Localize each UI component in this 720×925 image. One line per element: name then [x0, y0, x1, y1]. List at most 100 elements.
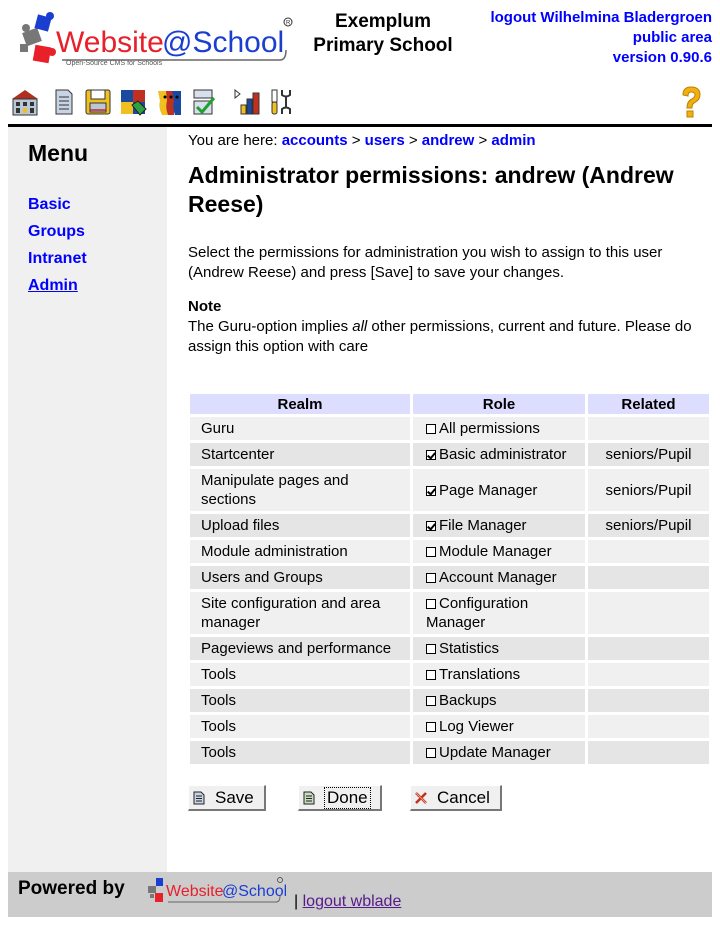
footer-links: | logout wblade [294, 893, 401, 911]
role-label[interactable]: Configuration Manager [426, 595, 528, 631]
permissions-table-body: Guru All permissions Startcenter Basic admi… [190, 417, 709, 764]
realm-cell: Guru [190, 417, 410, 440]
save-button[interactable]: Save [188, 785, 266, 811]
table-row: Users and Groups Account Manager [190, 566, 709, 589]
role-checkbox[interactable] [426, 450, 436, 460]
sidebar-item-groups[interactable]: Groups [28, 218, 167, 245]
related-cell [588, 741, 709, 764]
header-links: logout Wilhelmina Bladergroen public are… [490, 8, 712, 68]
role-label[interactable]: File Manager [439, 517, 527, 534]
floppy-icon[interactable] [83, 87, 113, 117]
table-row: Site configuration and area manager Confi… [190, 592, 709, 634]
realm-cell: Tools [190, 741, 410, 764]
realm-cell: Module administration [190, 540, 410, 563]
breadcrumb-admin[interactable]: admin [491, 132, 535, 149]
breadcrumb-accounts[interactable]: accounts [282, 132, 348, 149]
table-row: Tools Translations [190, 663, 709, 686]
users-icon[interactable] [154, 87, 184, 117]
footer-separator: | [294, 893, 303, 910]
role-cell: Account Manager [413, 566, 585, 589]
puzzle-icon[interactable] [118, 87, 148, 117]
role-checkbox[interactable] [426, 748, 436, 758]
breadcrumb-andrew[interactable]: andrew [422, 132, 475, 149]
page-icon[interactable] [48, 87, 78, 117]
school-title: Exemplum Primary School [298, 10, 468, 58]
role-label[interactable]: Backups [439, 692, 497, 709]
sidebar-item-intranet[interactable]: Intranet [28, 245, 167, 272]
table-row: Upload files File Manager seniors/Pupil [190, 514, 709, 537]
realm-cell: Tools [190, 715, 410, 738]
role-cell: All permissions [413, 417, 585, 440]
content: You are here: accounts > users > andrew … [167, 127, 712, 872]
role-cell: Backups [413, 689, 585, 712]
help-icon[interactable] [678, 85, 704, 119]
logo-subtitle: Open-Source CMS for Schools [66, 60, 163, 67]
role-checkbox[interactable] [426, 696, 436, 706]
realm-cell: Manipulate pages and sections [190, 469, 410, 511]
breadcrumb-separator: > [404, 132, 422, 149]
logout-link[interactable]: logout Wilhelmina Bladergroen [490, 9, 712, 26]
role-checkbox[interactable] [426, 485, 436, 496]
realm-cell: Users and Groups [190, 566, 410, 589]
realm-cell: Startcenter [190, 443, 410, 466]
role-checkbox[interactable] [426, 644, 436, 654]
related-cell: seniors/Pupil [588, 469, 709, 511]
column-header-realm: Realm [190, 394, 410, 414]
sidebar: Menu Basic Groups Intranet Admin [8, 127, 167, 872]
role-checkbox[interactable] [426, 521, 436, 531]
school-name-line2: Primary School [313, 35, 453, 56]
footer-logout-link[interactable]: logout wblade [303, 893, 402, 910]
role-label[interactable]: Statistics [439, 640, 499, 657]
done-button[interactable]: Done [298, 785, 382, 811]
cancel-button[interactable]: Cancel [410, 785, 502, 811]
role-checkbox[interactable] [426, 573, 436, 583]
tools-icon[interactable] [267, 87, 297, 117]
role-cell: Log Viewer [413, 715, 585, 738]
table-row: Tools Log Viewer [190, 715, 709, 738]
related-cell [588, 663, 709, 686]
role-checkbox[interactable] [426, 722, 436, 732]
puzzle-pieces-icon [148, 878, 163, 902]
role-cell: Basic administrator [413, 443, 585, 466]
breadcrumb-prefix: You are here: [188, 132, 282, 149]
role-checkbox[interactable] [426, 670, 436, 680]
role-label[interactable]: Module Manager [439, 543, 552, 560]
sidebar-item-basic[interactable]: Basic [28, 191, 167, 218]
breadcrumb-separator: > [347, 132, 365, 149]
table-row: Tools Update Manager [190, 741, 709, 764]
table-row: Module administration Module Manager [190, 540, 709, 563]
role-label[interactable]: Basic administrator [439, 446, 567, 463]
role-label[interactable]: Log Viewer [439, 718, 514, 735]
role-label[interactable]: Translations [439, 666, 520, 683]
footer: Powered by Website @School | logout wbla… [8, 872, 712, 917]
header: Website @School Open-Source CMS for Scho… [8, 8, 712, 78]
version-link[interactable]: version 0.90.6 [613, 49, 712, 66]
page-title: Administrator permissions: andrew (Andre… [188, 162, 674, 217]
footer-logo-school: @School [222, 883, 286, 900]
breadcrumb-separator: > [474, 132, 492, 149]
role-label[interactable]: Page Manager [439, 482, 537, 499]
checklist-icon[interactable] [189, 87, 219, 117]
role-label[interactable]: All permissions [439, 420, 540, 437]
role-label[interactable]: Account Manager [439, 569, 557, 586]
realm-cell: Pageviews and performance [190, 637, 410, 660]
form-buttons: Save Done Cancel [188, 785, 712, 815]
realm-cell: Tools [190, 689, 410, 712]
breadcrumb-users[interactable]: users [365, 132, 405, 149]
role-checkbox[interactable] [426, 599, 436, 609]
statistics-icon[interactable] [232, 87, 262, 117]
sidebar-item-admin[interactable]: Admin [28, 272, 167, 299]
role-checkbox[interactable] [426, 547, 436, 557]
note-heading: Note [188, 298, 222, 315]
related-cell [588, 689, 709, 712]
home-icon[interactable] [10, 87, 40, 117]
role-cell: Configuration Manager [413, 592, 585, 634]
role-cell: Module Manager [413, 540, 585, 563]
related-cell [588, 566, 709, 589]
powered-by-label: Powered by [18, 878, 125, 899]
role-checkbox[interactable] [426, 424, 436, 434]
website-at-school-logo[interactable]: Website @School Open-Source CMS for Scho… [14, 10, 294, 72]
role-label[interactable]: Update Manager [439, 744, 551, 761]
public-area-link[interactable]: public area [633, 29, 712, 46]
footer-logo[interactable]: Website @School [146, 874, 286, 910]
